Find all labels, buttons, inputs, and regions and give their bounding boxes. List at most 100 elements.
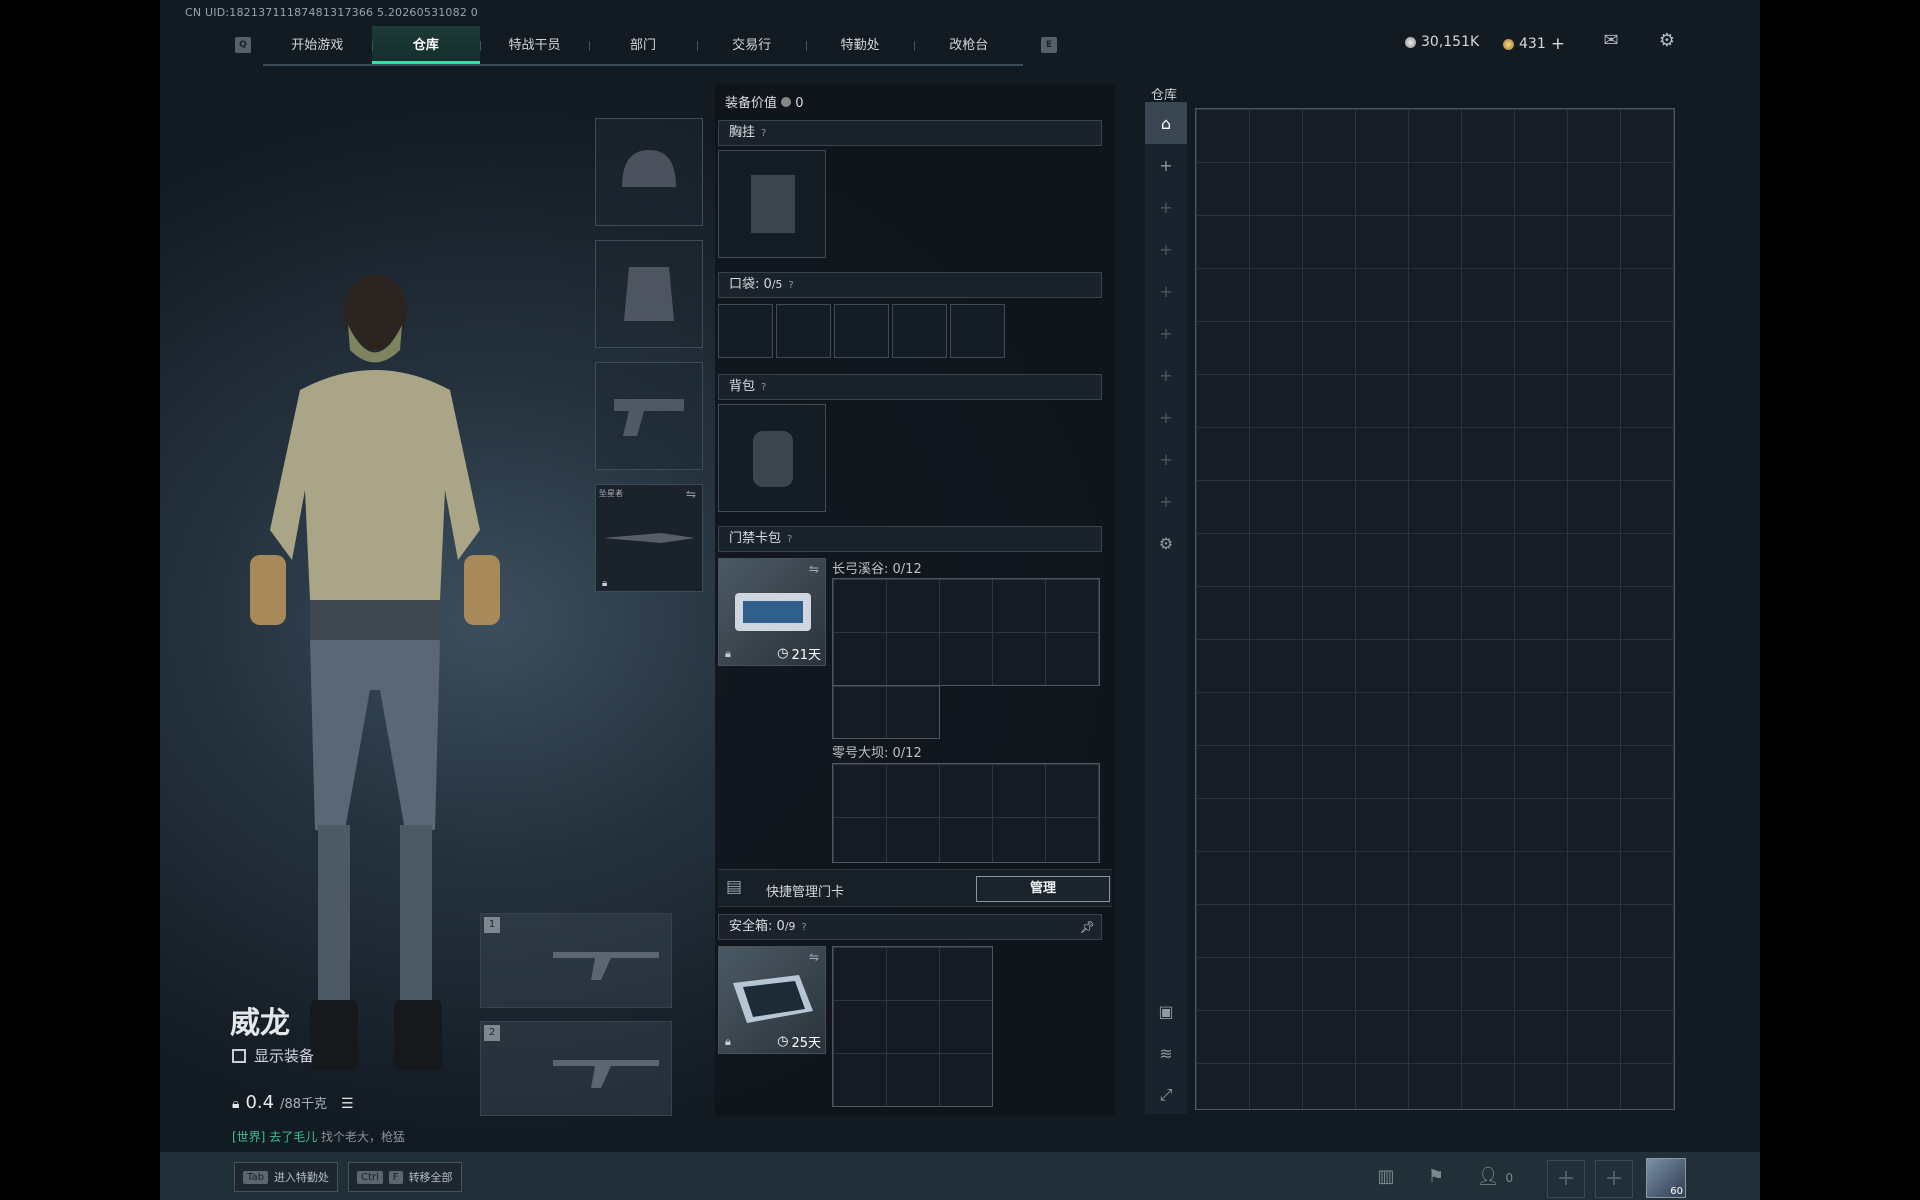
add-tab-icon[interactable]: + [1145,312,1187,354]
transfer-all-button[interactable]: Ctrl F 转移全部 [348,1162,462,1192]
tab-start-game[interactable]: 开始游戏 [263,26,372,64]
key1-grid[interactable] [832,578,1100,686]
silver-coin-icon [1405,36,1416,48]
tab-department[interactable]: 部门 [588,26,698,64]
backpack-icon [753,431,793,487]
help-icon[interactable]: ? [761,382,766,393]
add-tab-icon[interactable]: + [1145,354,1187,396]
help-icon[interactable]: ? [801,922,806,933]
pocket-slot[interactable] [950,304,1005,358]
keycard-section-header: 门禁卡包? [718,526,1102,552]
weapon-slot-2[interactable]: 2 [480,1021,672,1116]
keycard-label: 门禁卡包 [729,531,782,546]
pistol-slot[interactable] [595,362,703,470]
add-tab-icon[interactable]: + [1145,438,1187,480]
keycard-case[interactable]: ⇋ 🔒︎ ◷ 21天 [718,558,826,666]
carry-weight: 🔒︎ 0.4/88千克 ☰ [232,1092,354,1113]
weight-max: /88千克 [280,1097,328,1112]
tab-warehouse[interactable]: 仓库 [371,26,481,64]
key1-map-name: 长弓溪谷 [832,562,885,577]
add-tab-icon[interactable]: + [1145,186,1187,228]
stats-icon[interactable]: ▥ [1373,1164,1399,1190]
pin-icon[interactable]: 📌︎ [1080,915,1095,939]
f-key: F [388,1170,403,1184]
tab-gunsmith[interactable]: 改枪台 [914,26,1023,64]
gold-amount: 431 [1519,36,1546,52]
warehouse-settings-icon[interactable]: ⚙ [1145,522,1187,564]
add-tab-icon[interactable]: + [1145,480,1187,522]
rifle-icon [553,952,659,980]
safebox-grid[interactable] [832,946,993,1107]
weapon-slot-1[interactable]: 1 [480,913,672,1008]
gold-currency: 431 + [1503,34,1565,54]
swap-icon[interactable]: ⇋ [809,562,819,576]
help-icon[interactable]: ? [761,128,766,139]
add-tab-icon[interactable]: + [1145,396,1187,438]
pocket-slot[interactable] [718,304,773,358]
chat-user: 去了毛儿 [269,1130,318,1144]
warehouse-title: 仓库 [1151,88,1178,103]
add-tab-icon[interactable]: + [1145,270,1187,312]
helmet-slot[interactable] [595,118,703,226]
weight-lock-icon: 🔒︎ [232,1096,240,1112]
rifle-icon [553,1060,659,1088]
pocket-section-header: 口袋: 0/5? [718,272,1102,298]
manage-button[interactable]: 管理 [976,876,1110,902]
list-icon[interactable]: ☰ [341,1096,354,1112]
help-icon[interactable]: ? [788,280,793,291]
flag-icon[interactable]: ⚑ [1423,1164,1449,1190]
melee-slot[interactable]: 坠星者 ⇋ 🔒︎ [595,484,703,592]
settings-gear-icon[interactable]: ⚙ [1656,30,1678,52]
add-gold-button[interactable]: + [1551,34,1565,54]
armor-slot[interactable] [595,240,703,348]
add-tab-icon[interactable]: + [1145,228,1187,270]
squad-invite-button[interactable]: + [1595,1160,1633,1198]
tab-operators[interactable]: 特战干员 [480,26,589,64]
body-armor-icon [624,267,674,321]
tab-market[interactable]: 交易行 [697,26,806,64]
tab-special-ops[interactable]: 特勤处 [805,26,915,64]
player-uid: CN UID:18213711187481317366 5.2026053108… [185,6,478,19]
add-tab-icon[interactable]: + [1145,144,1187,186]
silver-amount: 30,151K [1421,34,1480,50]
keycard-case-icon [735,593,811,631]
safebox-case[interactable]: ⇋ 🔒︎ ◷ 25天 [718,946,826,1054]
lock-icon: 🔒︎ [602,578,608,589]
nav-left-key[interactable]: Q [235,37,251,53]
pocket-max: /5 [771,278,783,291]
clock-icon: ◷ [777,646,789,661]
key2-grid[interactable] [832,763,1100,863]
loadout-panel: 装备价值 0 胸挂? 口袋: 0/5? 背包? 门禁卡包? ⇋ 🔒︎ ◷ 21天 … [715,84,1115,1116]
show-equipment-label: 显示装备 [254,1047,315,1065]
backpack-slot[interactable] [718,404,826,512]
swap-icon[interactable]: ⇋ [686,487,696,501]
help-icon[interactable]: ? [787,534,792,545]
vest-slot[interactable] [718,150,826,258]
helmet-icon [622,150,676,187]
show-equipment-checkbox[interactable] [232,1048,246,1063]
warehouse-grid[interactable] [1195,108,1675,1110]
squad-invite-button[interactable]: + [1547,1160,1585,1198]
vest-section-header: 胸挂? [718,120,1102,146]
layers-icon[interactable]: ≋ [1145,1032,1187,1074]
ctrl-key: Ctrl [357,1170,383,1184]
friends-icon[interactable]: 👤︎ 0 [1470,1164,1520,1190]
pocket-slot[interactable] [834,304,889,358]
pocket-slot[interactable] [892,304,947,358]
safebox-count: 0 [776,919,785,934]
player-avatar[interactable]: 60 [1646,1158,1686,1198]
pocket-slot[interactable] [776,304,831,358]
warehouse-main-tab-icon[interactable]: ⌂ [1145,102,1187,144]
key1-grid-extra[interactable] [832,685,940,739]
sort-icon[interactable]: ▣ [1145,990,1187,1032]
show-equipment-toggle[interactable]: 显示装备 [232,1045,314,1066]
backpack-section-header: 背包? [718,374,1102,400]
mail-icon[interactable]: ✉ [1600,30,1622,52]
key2-map-name: 零号大坝 [832,746,885,761]
quick-manage-bar: ▤ 快捷管理门卡 管理 [718,869,1112,907]
nav-right-key[interactable]: E [1041,37,1057,53]
enter-special-ops-button[interactable]: Tab 进入特勤处 [234,1162,338,1192]
friends-count: 0 [1505,1171,1514,1185]
expand-icon[interactable]: ⤢ [1145,1074,1187,1116]
swap-icon[interactable]: ⇋ [809,950,819,964]
